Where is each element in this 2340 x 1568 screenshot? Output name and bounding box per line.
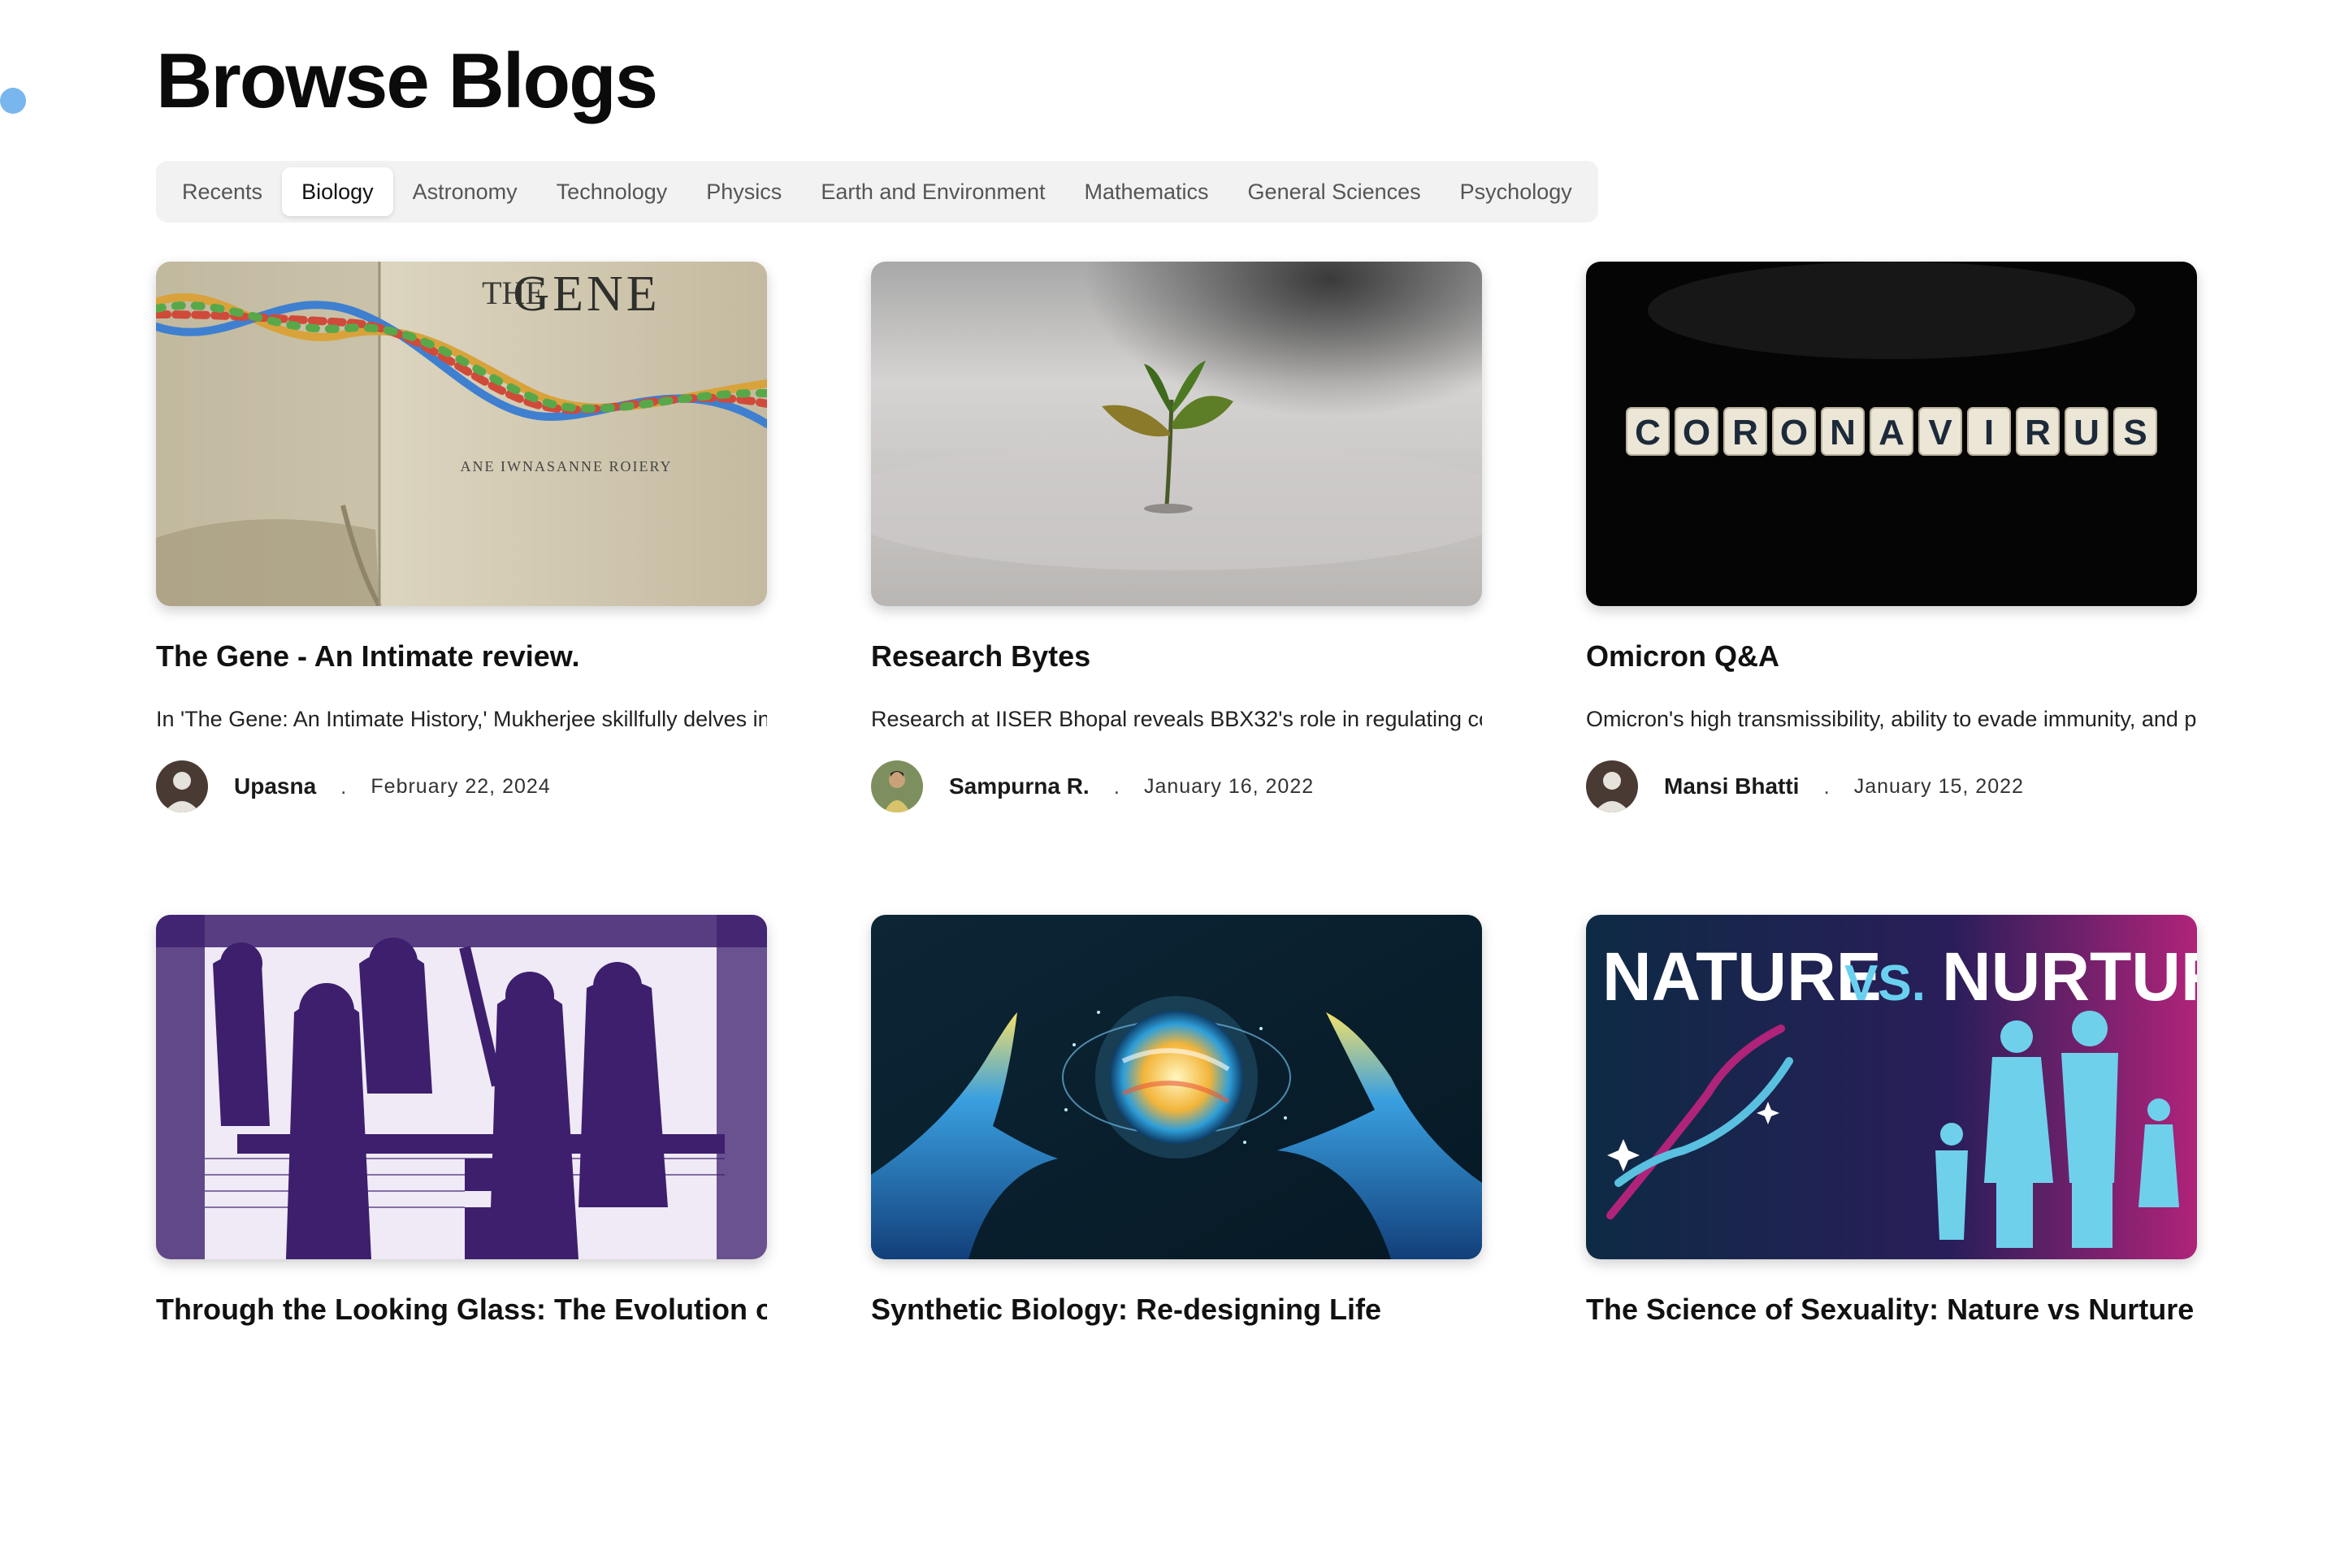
- author-name[interactable]: Mansi Bhatti: [1664, 773, 1799, 799]
- letter-tile-text: V: [1928, 413, 1952, 453]
- floating-indicator-dot: [0, 88, 26, 114]
- author-name[interactable]: Sampurna R.: [949, 773, 1090, 799]
- tab-recents[interactable]: Recents: [162, 167, 282, 216]
- gene-book-image: THE GENE ANE IWNASANNE ROIERY: [156, 262, 767, 606]
- letter-tile-text: U: [2074, 413, 2100, 453]
- tab-physics[interactable]: Physics: [687, 167, 801, 216]
- tab-biology[interactable]: Biology: [282, 167, 393, 216]
- meta-separator: .: [1823, 773, 1830, 799]
- publish-date: February 22, 2024: [370, 774, 551, 798]
- letter-tile-text: A: [1878, 413, 1904, 453]
- meta-separator: .: [340, 773, 347, 799]
- nature-vs-nurture-image: NATURE VS. NURTURE: [1586, 915, 2197, 1259]
- svg-text:VS.: VS.: [1844, 955, 1926, 1011]
- publish-date: January 15, 2022: [1853, 774, 2024, 798]
- blog-thumbnail-orb[interactable]: [871, 915, 1482, 1259]
- svg-text:NATURE: NATURE: [1602, 938, 1882, 1015]
- blog-meta: Upasna . February 22, 2024: [156, 760, 767, 812]
- blog-title[interactable]: The Gene - An Intimate review.: [156, 639, 767, 674]
- default-avatar-icon[interactable]: [156, 760, 208, 812]
- glowing-orb-image: [871, 915, 1482, 1259]
- blog-excerpt: In 'The Gene: An Intimate History,' Mukh…: [156, 707, 767, 731]
- letter-tile-text: O: [1780, 413, 1808, 453]
- page-container: Browse Blogs Recents Biology Astronomy T…: [156, 32, 2197, 1568]
- blog-thumbnail-engraving[interactable]: [156, 915, 767, 1259]
- letter-tile-text: S: [2123, 413, 2147, 453]
- photo-avatar-icon[interactable]: [871, 760, 923, 812]
- publish-date: January 16, 2022: [1143, 774, 1315, 798]
- blog-thumbnail-seedling[interactable]: [871, 262, 1482, 606]
- tab-general-sciences[interactable]: General Sciences: [1228, 167, 1441, 216]
- blog-meta: Sampurna R. . January 16, 2022: [871, 760, 1482, 812]
- tab-earth-and-environment[interactable]: Earth and Environment: [801, 167, 1064, 216]
- engraving-image: [156, 915, 767, 1259]
- blog-card[interactable]: CORONAVIRUS Omicron Q&A Omicron's high t…: [1586, 262, 2197, 915]
- svg-text:NURTURE: NURTURE: [1942, 938, 2197, 1015]
- blog-title[interactable]: Synthetic Biology: Re-designing Life: [871, 1292, 1482, 1328]
- blog-title[interactable]: The Science of Sexuality: Nature vs Nurt…: [1586, 1292, 2197, 1328]
- blog-excerpt: Omicron's high transmissibility, ability…: [1586, 707, 2197, 731]
- blog-thumbnail-coronavirus[interactable]: CORONAVIRUS: [1586, 262, 2197, 606]
- author-name[interactable]: Upasna: [234, 773, 316, 799]
- category-tabs: Recents Biology Astronomy Technology Phy…: [156, 161, 1598, 223]
- seedling-image: [871, 262, 1482, 606]
- letter-tile-text: I: [1984, 413, 1994, 453]
- meta-separator: .: [1113, 773, 1120, 799]
- tab-mathematics[interactable]: Mathematics: [1064, 167, 1228, 216]
- svg-text:GENE: GENE: [513, 266, 660, 322]
- blog-card[interactable]: Research Bytes Research at IISER Bhopal …: [871, 262, 1482, 915]
- blog-card[interactable]: THE GENE ANE IWNASANNE ROIERY The Gene -…: [156, 262, 767, 915]
- blog-thumbnail-nature-nurture[interactable]: NATURE VS. NURTURE: [1586, 915, 2197, 1259]
- letter-tile-text: C: [1635, 413, 1661, 453]
- blog-meta: Mansi Bhatti . January 15, 2022: [1586, 760, 2197, 812]
- tab-psychology[interactable]: Psychology: [1441, 167, 1592, 216]
- blog-title[interactable]: Omicron Q&A: [1586, 639, 2197, 674]
- tab-astronomy[interactable]: Astronomy: [393, 167, 537, 216]
- blog-excerpt: Research at IISER Bhopal reveals BBX32's…: [871, 707, 1482, 731]
- blog-grid: THE GENE ANE IWNASANNE ROIERY The Gene -…: [156, 262, 2197, 1568]
- default-avatar-icon[interactable]: [1586, 760, 1638, 812]
- blog-card[interactable]: NATURE VS. NURTURE: [1586, 915, 2197, 1568]
- blog-thumbnail-book[interactable]: THE GENE ANE IWNASANNE ROIERY: [156, 262, 767, 606]
- letter-tile-text: R: [1732, 413, 1758, 453]
- tab-technology[interactable]: Technology: [537, 167, 687, 216]
- blog-card[interactable]: Synthetic Biology: Re-designing Life: [871, 915, 1482, 1568]
- letter-tile-text: R: [2025, 413, 2051, 453]
- blog-card[interactable]: Through the Looking Glass: The Evolution…: [156, 915, 767, 1568]
- letter-tiles-image: CORONAVIRUS: [1586, 262, 2197, 606]
- letter-tile-text: O: [1683, 413, 1710, 453]
- blog-title[interactable]: Research Bytes: [871, 639, 1482, 674]
- blog-title[interactable]: Through the Looking Glass: The Evolution…: [156, 1292, 767, 1328]
- letter-tiles: CORONAVIRUS: [1626, 407, 2157, 456]
- svg-text:ANE IWNASANNE ROIERY: ANE IWNASANNE ROIERY: [461, 458, 673, 474]
- page-title: Browse Blogs: [156, 37, 658, 124]
- letter-tile-text: N: [1830, 413, 1856, 453]
